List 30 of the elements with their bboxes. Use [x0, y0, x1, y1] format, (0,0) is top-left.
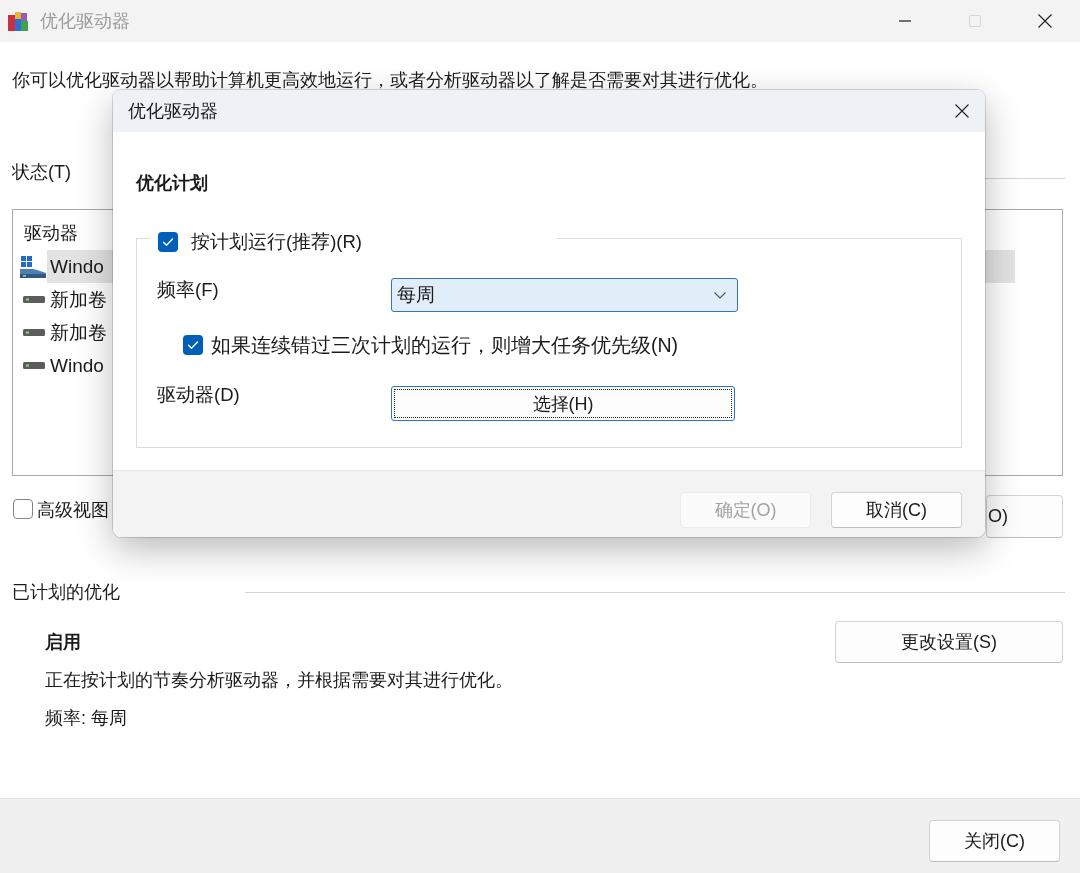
dialog-title: 优化驱动器	[128, 100, 218, 123]
checkbox[interactable]	[13, 499, 33, 519]
checkbox[interactable]	[183, 335, 203, 355]
select-button[interactable]: 选择(H)	[391, 386, 735, 421]
system-drive-icon	[20, 255, 46, 278]
column-header[interactable]: 驱动器	[24, 220, 78, 245]
checkbox-label: 如果连续错过三次计划的运行，则增大任务优先级(N)	[211, 333, 679, 357]
cancel-button[interactable]: 取消(C)	[831, 492, 962, 528]
window-title: 优化驱动器	[40, 10, 130, 33]
drive-icon	[23, 329, 45, 336]
detail-text: 正在按计划的节奏分析驱动器，并根据需要对其进行优化。	[45, 669, 513, 692]
field-label: 驱动器(D)	[156, 383, 241, 407]
drive-icon	[23, 362, 45, 369]
status-text: 启用	[45, 631, 81, 654]
frequency-dropdown[interactable]: 每周	[391, 278, 738, 312]
close-button[interactable]: 关闭(C)	[929, 820, 1060, 862]
drive-icon	[23, 296, 45, 303]
section-label: 已计划的优化	[12, 581, 120, 604]
checkbox-label: 高级视图	[37, 499, 109, 522]
field-label: 频率(F)	[156, 278, 220, 302]
checkbox-label: 按计划运行(推荐)(R)	[191, 230, 362, 254]
button[interactable]: O)	[986, 495, 1063, 538]
frequency-text: 频率: 每周	[45, 707, 127, 730]
section-label: 状态(T)	[12, 161, 71, 184]
chevron-down-icon	[714, 291, 726, 299]
checkbox[interactable]	[158, 232, 178, 252]
section-heading: 优化计划	[136, 172, 209, 195]
blocks-icon	[8, 10, 28, 32]
description-text: 你可以优化驱动器以帮助计算机更高效地运行，或者分析驱动器以了解是否需要对其进行优化。	[12, 68, 769, 92]
change-settings-button[interactable]: 更改设置(S)	[835, 621, 1063, 663]
